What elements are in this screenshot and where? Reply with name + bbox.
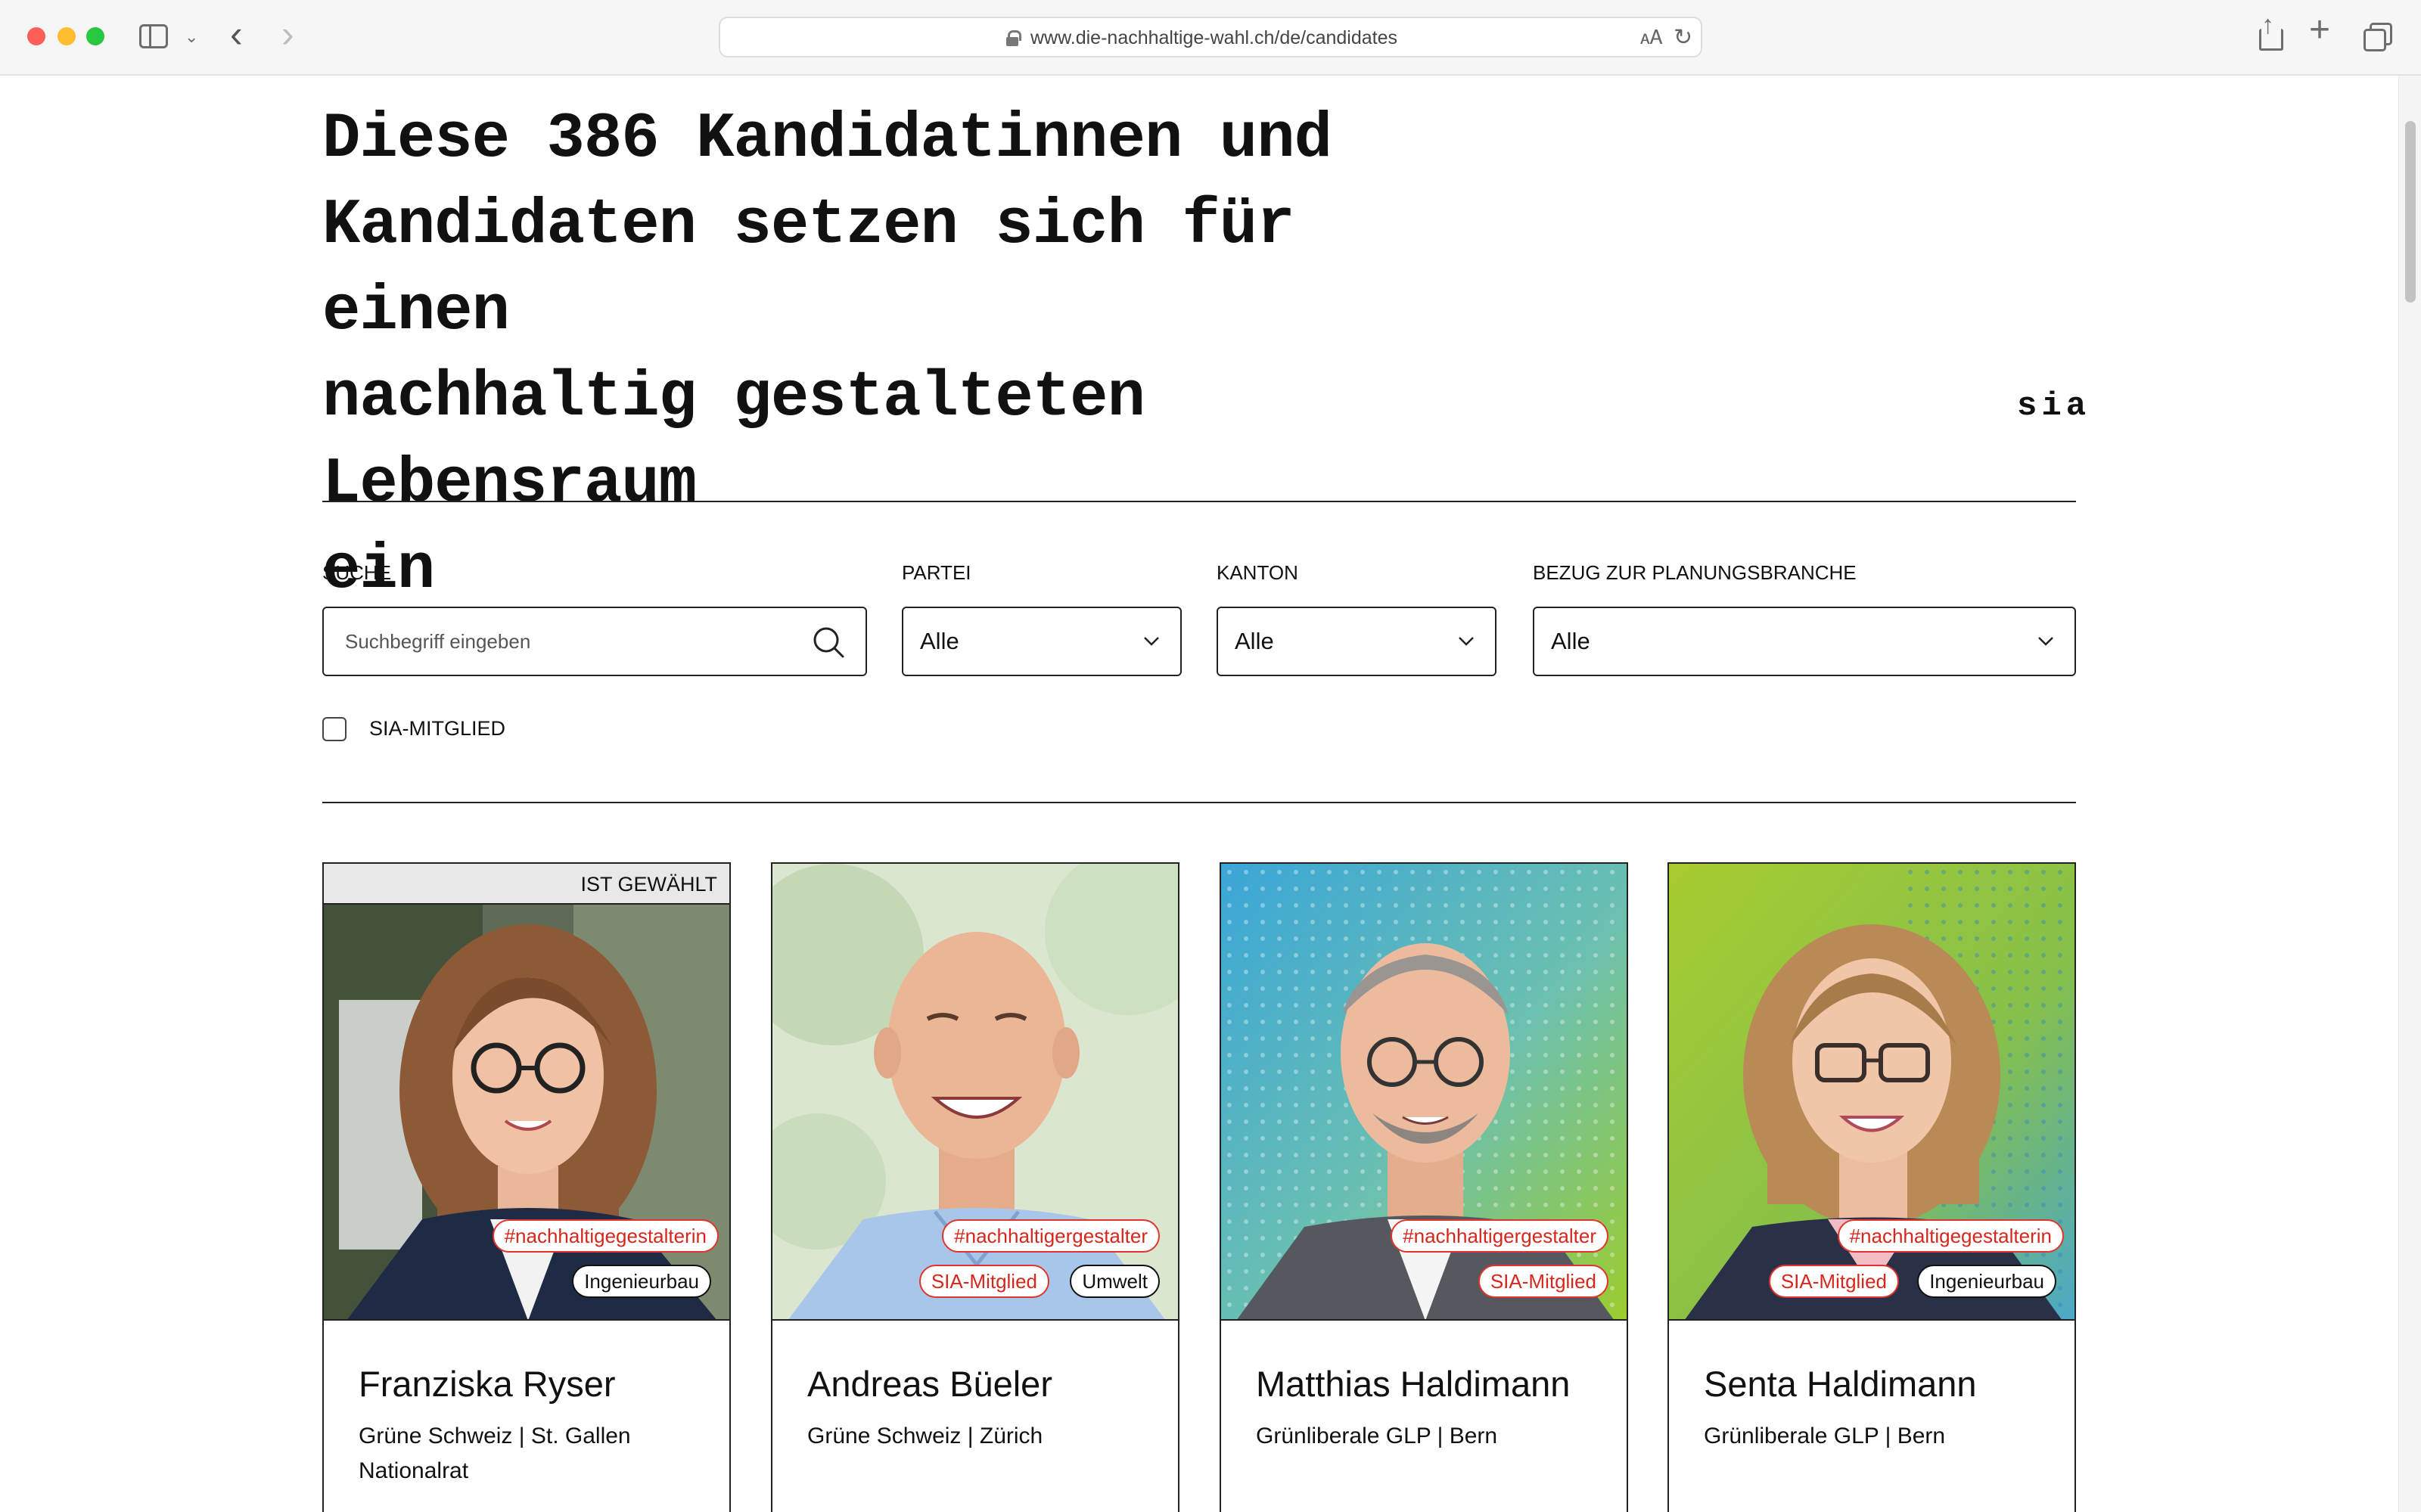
search-input[interactable]: [345, 608, 799, 675]
candidate-card[interactable]: #nachhaltigegestalterin SIA-Mitglied Ing…: [1667, 862, 2076, 1512]
forward-arrow-icon[interactable]: ›: [281, 15, 294, 53]
page-title-line: Diese 386 Kandidatinnen und: [322, 104, 1332, 175]
lock-icon: [1006, 30, 1021, 46]
reload-icon[interactable]: ↻: [1674, 24, 1692, 51]
candidate-card[interactable]: #nachhaltigergestalter SIA-Mitglied Matt…: [1220, 862, 1628, 1512]
sia-member-checkbox[interactable]: [322, 717, 347, 741]
partei-select[interactable]: Alle: [902, 607, 1182, 676]
divider: [322, 802, 2076, 803]
sia-member-tag: SIA-Mitglied: [918, 1265, 1049, 1298]
minimize-window-button[interactable]: [57, 27, 76, 45]
close-window-button[interactable]: [27, 27, 45, 45]
page-title-line: Kandidaten setzen sich für einen: [322, 190, 1295, 348]
kanton-select-value: Alle: [1235, 628, 1274, 654]
field-tag: Ingenieurbau: [1917, 1265, 2056, 1298]
field-tag: Umwelt: [1070, 1265, 1160, 1298]
sia-member-tag: SIA-Mitglied: [1768, 1265, 1899, 1298]
url-text[interactable]: www.die-nachhaltige-wahl.ch/de/candidate…: [1030, 27, 1397, 49]
candidate-photo: #nachhaltigergestalter SIA-Mitglied Umwe…: [772, 864, 1178, 1321]
sidebar-toggle-icon[interactable]: [139, 24, 168, 48]
sia-logo[interactable]: sia: [2017, 387, 2090, 425]
candidate-party-canton: Grünliberale GLP | Bern: [1256, 1424, 1498, 1448]
page-title: Diese 386 Kandidatinnen und Kandidaten s…: [322, 97, 1412, 614]
search-label: SUCHE: [322, 561, 392, 584]
chevron-down-icon: [1459, 637, 1474, 646]
search-icon[interactable]: [813, 626, 844, 658]
bezug-select[interactable]: Alle: [1533, 607, 2076, 676]
candidate-name[interactable]: Franziska Ryser: [359, 1363, 616, 1405]
bezug-select-value: Alle: [1551, 628, 1590, 654]
hashtag-tag: #nachhaltigergestalter: [942, 1219, 1160, 1253]
hashtag-tag: #nachhaltigergestalter: [1391, 1219, 1608, 1253]
field-tag: Ingenieurbau: [572, 1265, 711, 1298]
candidate-name[interactable]: Senta Haldimann: [1704, 1363, 1977, 1405]
candidate-photo: IST GEWÄHLT #nachhaltigegestalterin Inge…: [324, 864, 729, 1321]
zoom-window-button[interactable]: [86, 27, 104, 45]
candidate-name[interactable]: Andreas Büeler: [807, 1363, 1052, 1405]
hashtag-tag: #nachhaltigegestalterin: [1837, 1219, 2064, 1253]
chevron-down-icon[interactable]: ⌄: [185, 27, 198, 47]
candidate-card[interactable]: #nachhaltigergestalter SIA-Mitglied Umwe…: [771, 862, 1179, 1512]
sia-member-tag: SIA-Mitglied: [1478, 1265, 1608, 1298]
candidate-name[interactable]: Matthias Haldimann: [1256, 1363, 1570, 1405]
tab-overview-icon[interactable]: [2364, 23, 2392, 51]
divider: [322, 501, 2076, 502]
back-arrow-icon[interactable]: ‹: [230, 15, 243, 53]
candidate-card[interactable]: IST GEWÄHLT #nachhaltigegestalterin Inge…: [322, 862, 731, 1512]
candidate-party-canton: Grüne Schweiz | St. Gallen: [359, 1424, 631, 1448]
chevron-down-icon: [1144, 637, 1159, 646]
candidate-role: Nationalrat: [359, 1458, 469, 1483]
candidate-photo: #nachhaltigergestalter SIA-Mitglied: [1221, 864, 1627, 1321]
bezug-label: BEZUG ZUR PLANUNGSBRANCHE: [1533, 561, 1857, 584]
search-field: [322, 607, 867, 676]
candidate-photo: #nachhaltigegestalterin SIA-Mitglied Ing…: [1669, 864, 2074, 1321]
scrollbar-thumb[interactable]: [2405, 121, 2416, 303]
hashtag-tag: #nachhaltigegestalterin: [492, 1219, 719, 1253]
sia-member-label[interactable]: SIA-MITGLIED: [369, 717, 505, 740]
browser-toolbar: ⌄ ‹ › www.die-nachhaltige-wahl.ch/de/can…: [0, 0, 2421, 76]
candidate-party-canton: Grüne Schweiz | Zürich: [807, 1424, 1043, 1448]
share-icon[interactable]: [2258, 11, 2283, 51]
kanton-select[interactable]: Alle: [1217, 607, 1496, 676]
elected-label: IST GEWÄHLT: [580, 873, 717, 896]
kanton-label: KANTON: [1217, 561, 1298, 584]
chevron-down-icon: [2038, 637, 2053, 646]
address-bar[interactable]: www.die-nachhaltige-wahl.ch/de/candidate…: [719, 17, 1702, 57]
candidate-party-canton: Grünliberale GLP | Bern: [1704, 1424, 1946, 1448]
partei-select-value: Alle: [920, 628, 959, 654]
page-scrollbar[interactable]: [2398, 76, 2421, 1512]
new-tab-icon[interactable]: +: [2309, 12, 2330, 48]
translate-icon[interactable]: 🗚: [1640, 26, 1662, 50]
partei-label: PARTEI: [902, 561, 971, 584]
elected-banner: IST GEWÄHLT: [324, 864, 729, 905]
